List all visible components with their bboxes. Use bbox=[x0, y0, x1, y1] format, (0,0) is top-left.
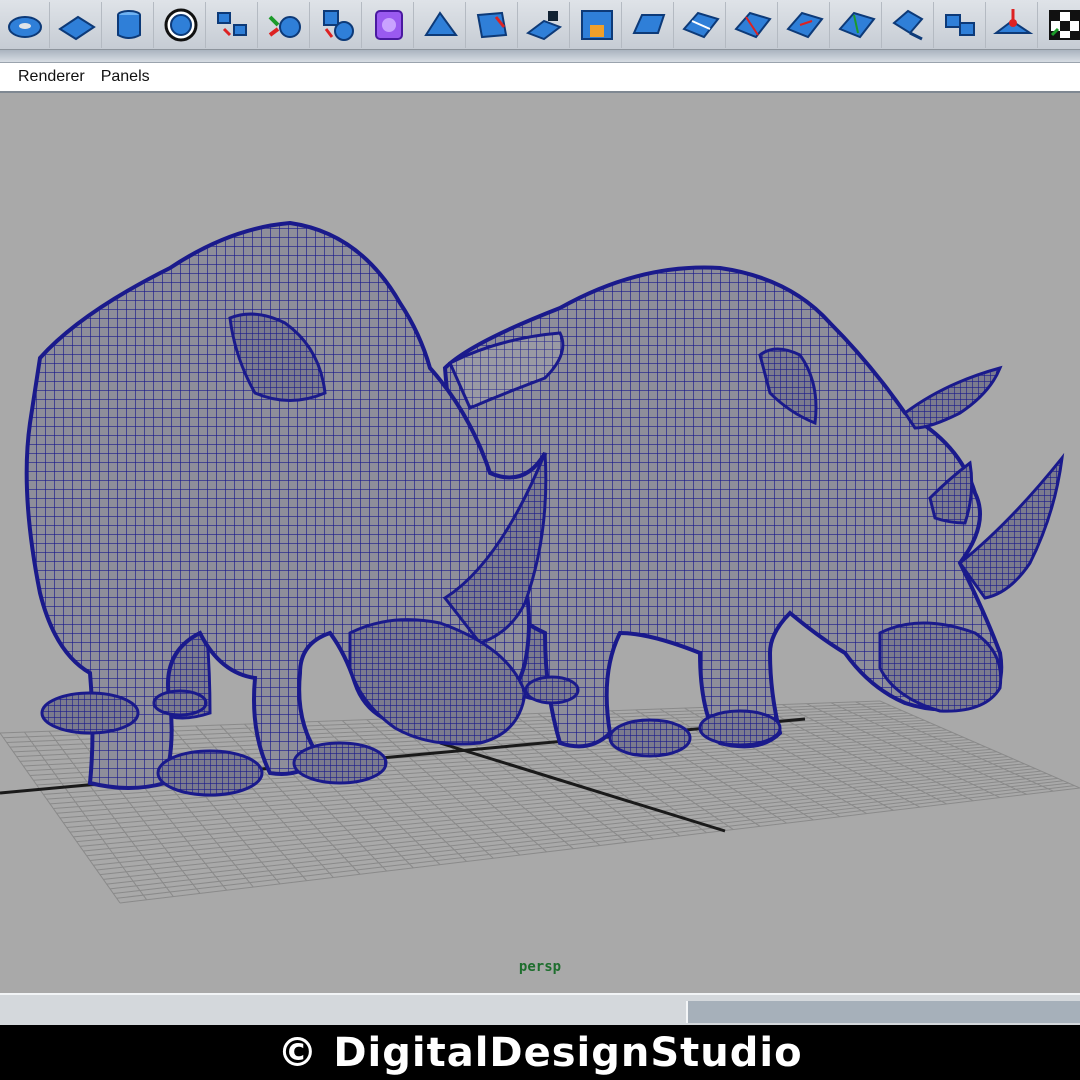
grid-line bbox=[113, 782, 1069, 895]
poke-face-icon[interactable] bbox=[936, 1, 986, 48]
append-polygon-icon[interactable] bbox=[520, 1, 570, 48]
bridge-icon[interactable] bbox=[468, 1, 518, 48]
rhino-wireframe-left[interactable] bbox=[24, 220, 565, 797]
perspective-viewport[interactable]: persp bbox=[0, 93, 1080, 993]
sculpt-geometry-icon[interactable] bbox=[988, 1, 1038, 48]
combine-icon[interactable] bbox=[208, 1, 258, 48]
split-polygon-icon[interactable] bbox=[676, 1, 726, 48]
extrude-face-icon[interactable] bbox=[416, 1, 466, 48]
bevel-icon[interactable] bbox=[624, 1, 674, 48]
insert-edge-loop-icon[interactable] bbox=[728, 1, 778, 48]
grid-line bbox=[103, 775, 1053, 880]
watermark-bar: © DigitalDesignStudio bbox=[0, 1025, 1080, 1080]
slide-edge-icon[interactable] bbox=[832, 1, 882, 48]
panel-menu-bar: Renderer Panels bbox=[0, 63, 1080, 93]
menu-panels[interactable]: Panels bbox=[101, 68, 150, 86]
shelf-toolbar bbox=[0, 0, 1080, 50]
poly-soccerball-icon[interactable] bbox=[156, 1, 206, 48]
poly-torus-icon[interactable] bbox=[0, 1, 50, 48]
separate-icon[interactable] bbox=[260, 1, 310, 48]
fill-hole-icon[interactable] bbox=[572, 1, 622, 48]
camera-name-label: persp bbox=[518, 959, 562, 975]
merge-vertices-icon[interactable] bbox=[884, 1, 934, 48]
time-slider-strip bbox=[0, 993, 1080, 1027]
smooth-cube-icon[interactable] bbox=[364, 1, 414, 48]
viewport-scene bbox=[0, 220, 1080, 904]
offset-edge-loop-icon[interactable] bbox=[780, 1, 830, 48]
uv-checker-icon[interactable] bbox=[1040, 2, 1080, 48]
menu-renderer[interactable]: Renderer bbox=[18, 68, 85, 86]
watermark-text: © DigitalDesignStudio bbox=[277, 1029, 803, 1076]
poly-cylinder-icon[interactable] bbox=[104, 1, 154, 48]
range-field[interactable] bbox=[686, 1001, 1080, 1023]
extract-icon[interactable] bbox=[312, 1, 362, 48]
poly-plane-icon[interactable] bbox=[52, 1, 102, 48]
shelf-divider bbox=[0, 50, 1080, 63]
